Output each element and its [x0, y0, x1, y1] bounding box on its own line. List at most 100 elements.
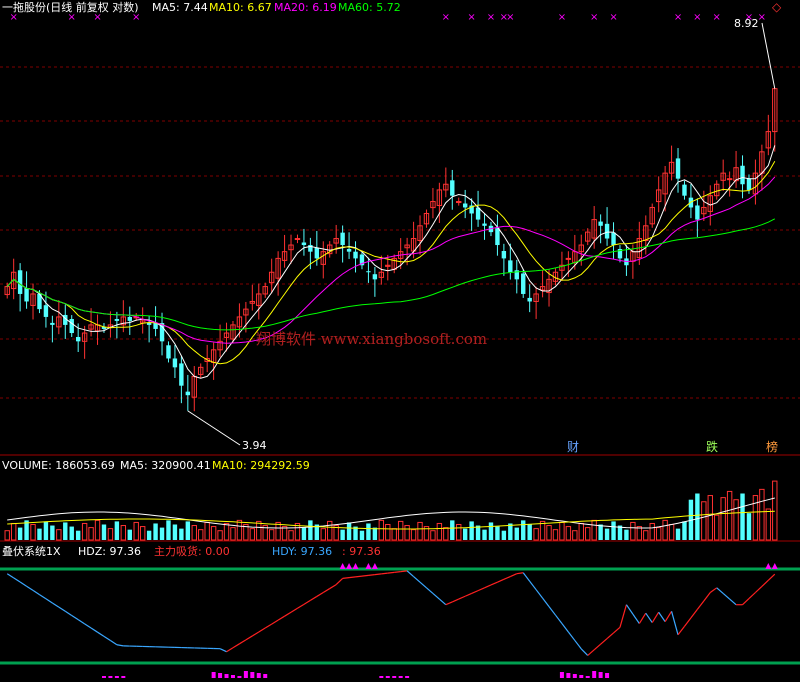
candle-body: [527, 297, 532, 302]
hdz-line: [625, 604, 634, 615]
candle-body: [294, 238, 301, 241]
volume-bar: [63, 522, 68, 540]
candle-body: [69, 319, 74, 334]
hdz-line: [316, 591, 324, 597]
top-mark: ×: [674, 12, 682, 23]
hdz-line: [77, 619, 85, 625]
zhuli-bar: [101, 676, 106, 678]
volume-bar: [301, 527, 307, 540]
candle-body: [353, 251, 358, 259]
volume-ma10: MA10: 294292.59: [212, 459, 310, 472]
volume-bar: [185, 521, 191, 540]
volume-bar: [230, 527, 236, 541]
hdz-line: [71, 614, 79, 621]
indicator-hdy: HDY: 97.36: [272, 545, 333, 558]
hdz-line: [638, 612, 647, 624]
indicator-extra: : 97.36: [342, 545, 381, 558]
volume-bar: [624, 529, 629, 540]
candle-body: [462, 203, 468, 208]
candle-body: [366, 271, 371, 273]
volume-bar: [765, 508, 772, 541]
hdz-line: [361, 574, 369, 577]
hdz-line: [484, 584, 492, 589]
hdz-line: [510, 573, 518, 578]
watermark: 翔博软件 www.xiangbosoft.com: [256, 330, 488, 348]
hdz-line: [574, 640, 582, 650]
candle-body: [495, 228, 500, 246]
hdz-line: [606, 632, 614, 640]
volume-bar: [701, 501, 707, 541]
hdz-line: [110, 640, 118, 646]
volume-bar: [527, 524, 532, 540]
hdz-line: [529, 580, 537, 591]
hdz-line: [703, 592, 711, 602]
indicator-zhuli: 主力吸货: 0.00: [154, 545, 230, 558]
hdz-line: [548, 606, 556, 616]
volume-bar: [69, 526, 74, 540]
stock-title: 一拖股份(日线 前复权 对数): [2, 1, 139, 14]
volume-bar: [436, 522, 443, 541]
zhuli-bar: [237, 676, 242, 678]
hdz-line: [252, 631, 260, 637]
zhuli-bar: [405, 676, 410, 678]
volume-bar: [714, 514, 720, 541]
hdz-line: [677, 625, 685, 636]
hdz-line: [329, 584, 337, 590]
volume-bar: [611, 521, 616, 540]
candle-body: [604, 223, 610, 239]
hdz-line: [490, 581, 498, 586]
top-mark: ×: [558, 12, 566, 23]
ma20-value: MA20: 6.19: [274, 1, 337, 14]
candle-body: [501, 250, 507, 259]
volume-bar: [101, 524, 107, 540]
candle-body: [172, 358, 178, 368]
low-price-label: 3.94: [242, 439, 267, 452]
marker-cai[interactable]: 财: [567, 441, 579, 454]
zhuli-bar: [218, 673, 223, 678]
hdz-line: [619, 604, 628, 628]
hdz-line: [445, 601, 453, 606]
volume-bar: [636, 526, 643, 541]
peak-marker: [346, 563, 353, 569]
zhuli-bar: [250, 672, 255, 678]
hdz-line: [303, 599, 311, 605]
candle-body: [166, 345, 171, 359]
zhuli-bar: [605, 673, 610, 678]
candle-body: [740, 165, 745, 185]
hdz-line: [284, 611, 292, 617]
zhuli-bar: [211, 672, 216, 678]
volume-bar: [30, 524, 36, 541]
volume-bar: [37, 528, 42, 540]
candle-body: [456, 201, 462, 204]
volume-bar: [559, 521, 565, 541]
hdz-line: [297, 603, 305, 609]
hdz-line: [394, 571, 401, 573]
volume-bar: [430, 530, 436, 541]
hdz-line: [767, 573, 776, 581]
hdz-line: [535, 589, 544, 599]
diamond-icon[interactable]: ◇: [772, 1, 781, 14]
hdz-line: [497, 578, 505, 583]
volume-bar: [655, 527, 662, 541]
volume-bar: [204, 521, 210, 541]
hdz-line: [567, 631, 576, 641]
candle-body: [75, 336, 81, 342]
volume-bar: [327, 520, 333, 541]
hdz-line: [452, 598, 459, 603]
volume-bar: [488, 522, 494, 540]
volume-bar: [720, 497, 726, 541]
marker-bang[interactable]: 榜: [766, 441, 778, 454]
hdz-line: [696, 600, 705, 610]
hdz-line: [613, 626, 621, 634]
zhuli-bar: [392, 676, 397, 678]
marker-die[interactable]: 跌: [706, 441, 718, 454]
volume-bar: [604, 528, 610, 540]
zhuli-bar: [398, 676, 403, 678]
ma10-value: MA10: 6.67: [209, 1, 272, 14]
volume-bar: [391, 528, 397, 541]
hdz-line: [264, 623, 272, 629]
zhuli-bar: [230, 675, 235, 678]
top-mark: ×: [590, 12, 598, 23]
volume-bar: [443, 527, 449, 541]
hdz-line: [542, 597, 550, 607]
